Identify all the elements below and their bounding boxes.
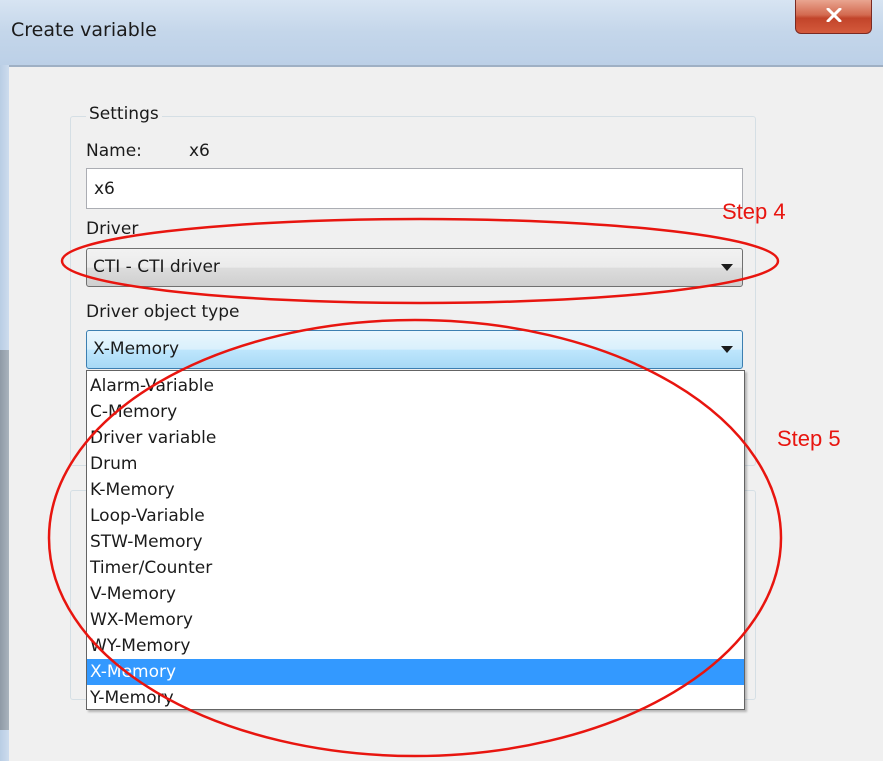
- window-frame-left: [0, 65, 9, 761]
- driver-selected-value: CTI - CTI driver: [93, 257, 220, 277]
- object-type-label: Driver object type: [86, 302, 240, 322]
- driver-select[interactable]: CTI - CTI driver: [86, 248, 743, 287]
- step5-annotation: Step 5: [777, 426, 841, 451]
- frame-divider: [9, 65, 883, 67]
- title-bar: Create variable: [0, 0, 883, 65]
- object-type-select[interactable]: X-Memory: [86, 330, 743, 369]
- dropdown-option[interactable]: Timer/Counter: [87, 555, 744, 581]
- dropdown-option[interactable]: X-Memory: [87, 659, 744, 685]
- name-value: x6: [189, 141, 210, 161]
- dropdown-option[interactable]: Loop-Variable: [87, 503, 744, 529]
- dropdown-option[interactable]: Alarm-Variable: [87, 373, 744, 399]
- object-type-dropdown-list[interactable]: Alarm-Variable C-Memory Driver variable Dru…: [86, 370, 745, 710]
- dropdown-option[interactable]: WX-Memory: [87, 607, 744, 633]
- dropdown-option[interactable]: Driver variable: [87, 425, 744, 451]
- object-type-selected-value: X-Memory: [93, 339, 180, 359]
- name-label: Name:: [86, 141, 142, 161]
- step4-annotation: Step 4: [722, 199, 786, 224]
- dropdown-option[interactable]: Drum: [87, 451, 744, 477]
- dropdown-option[interactable]: V-Memory: [87, 581, 744, 607]
- chevron-down-icon: [721, 264, 733, 271]
- settings-legend: Settings: [86, 104, 162, 124]
- dropdown-option[interactable]: Y-Memory: [87, 685, 744, 711]
- dropdown-option[interactable]: C-Memory: [87, 399, 744, 425]
- name-input[interactable]: [86, 168, 743, 209]
- dropdown-option[interactable]: K-Memory: [87, 477, 744, 503]
- chevron-down-icon: [721, 346, 733, 353]
- window-title: Create variable: [11, 19, 157, 41]
- driver-label: Driver: [86, 219, 139, 239]
- dropdown-option[interactable]: STW-Memory: [87, 529, 744, 555]
- dropdown-option[interactable]: WY-Memory: [87, 633, 744, 659]
- close-icon: [826, 8, 842, 22]
- close-button[interactable]: [795, 0, 872, 34]
